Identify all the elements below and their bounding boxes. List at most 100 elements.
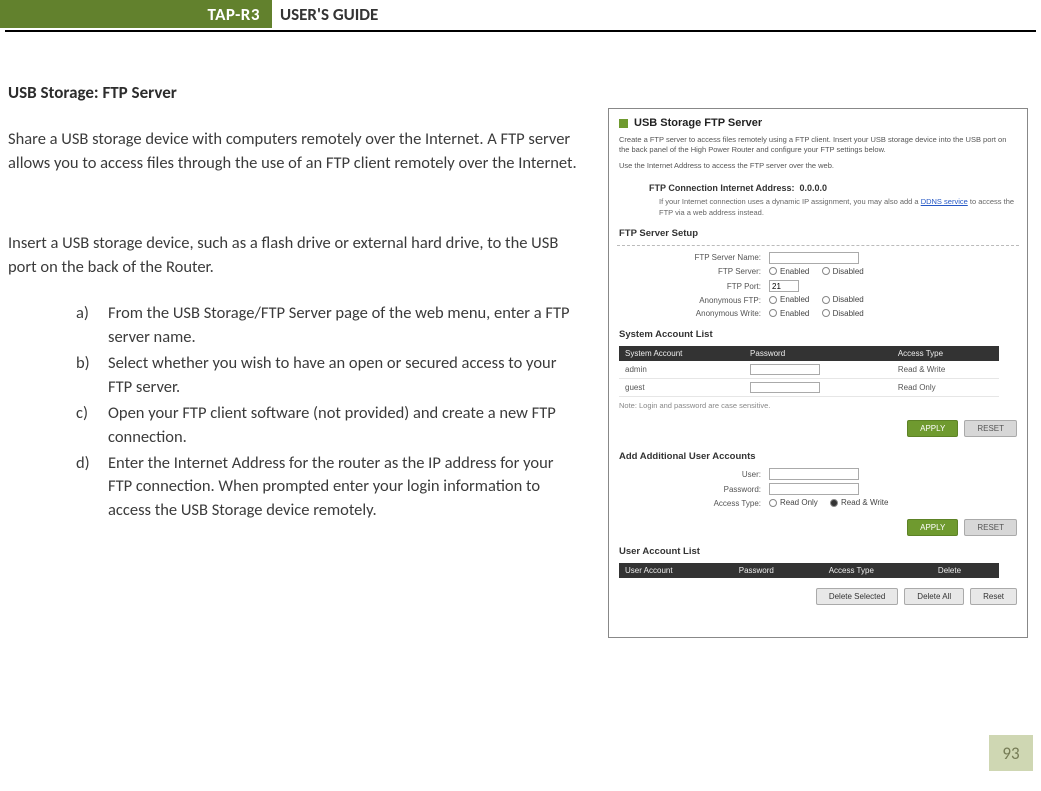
step-text: Enter the Internet Address for the route…: [108, 452, 576, 524]
apply-reset-row-2: APPLY RESET: [619, 519, 1017, 536]
radio-read-write-label: Read & Write: [841, 498, 888, 507]
step-d: d) Enter the Internet Address for the ro…: [76, 452, 576, 524]
ddns-link[interactable]: DDNS service: [921, 197, 968, 206]
row-anon-write: Anonymous Write: Enabled Disabled: [619, 309, 1017, 320]
user-account-table: User Account Password Access Type Delete: [619, 563, 999, 578]
page-number: 93: [989, 735, 1033, 771]
radio-disabled-label: Disabled: [833, 267, 864, 276]
radio-anon-enabled-label: Enabled: [780, 295, 809, 304]
header-rule: [5, 30, 1036, 32]
radio-anonw-disabled[interactable]: Disabled: [822, 309, 864, 318]
row-server-name: FTP Server Name:: [619, 252, 1017, 264]
step-c: c) Open your FTP client software (not pr…: [76, 402, 576, 450]
col-password: Password: [733, 563, 823, 578]
add-user-heading: Add Additional User Accounts: [619, 451, 1017, 462]
ddns-note-a: If your Internet connection uses a dynam…: [659, 197, 921, 206]
intro-paragraph-1: Share a USB storage device with computer…: [8, 128, 578, 176]
radio-read-write[interactable]: Read & Write: [830, 498, 888, 507]
col-delete: Delete: [932, 563, 999, 578]
radio-disabled[interactable]: Disabled: [822, 267, 864, 276]
case-sensitive-note: Note: Login and password are case sensit…: [619, 401, 1017, 410]
col-access-type: Access Type: [823, 563, 932, 578]
admin-pw-input[interactable]: [750, 364, 820, 375]
apply-button-2[interactable]: APPLY: [907, 519, 958, 536]
steps-list: a) From the USB Storage/FTP Server page …: [76, 302, 576, 525]
panel-title: USB Storage FTP Server: [619, 117, 1017, 129]
row-port: FTP Port:: [619, 280, 1017, 292]
step-b: b) Select whether you wish to have an op…: [76, 352, 576, 400]
radio-anonw-enabled[interactable]: Enabled: [769, 309, 809, 318]
panel-desc-1: Create a FTP server to access files remo…: [619, 135, 1017, 155]
add-user-label: User:: [619, 470, 769, 479]
brand-square-icon: [619, 119, 628, 128]
reset-list-button[interactable]: Reset: [970, 588, 1017, 605]
row-add-access: Access Type: Read Only Read & Write: [619, 498, 1017, 509]
col-user-account: User Account: [619, 563, 733, 578]
anon-write-label: Anonymous Write:: [619, 309, 769, 318]
add-access-label: Access Type:: [619, 499, 769, 508]
conn-address-line: FTP Connection Internet Address: 0.0.0.0: [619, 183, 1017, 193]
cell-account: admin: [619, 361, 744, 379]
intro-paragraph-2: Insert a USB storage device, such as a f…: [8, 232, 578, 280]
conn-address-label: FTP Connection Internet Address:: [649, 183, 795, 193]
add-pw-input[interactable]: [769, 483, 859, 495]
col-access-type: Access Type: [892, 346, 999, 361]
step-label: a): [76, 302, 108, 350]
divider: [617, 245, 1019, 246]
table-row: guest Read Only: [619, 379, 999, 397]
router-ui-screenshot: USB Storage FTP Server Create a FTP serv…: [608, 108, 1028, 638]
radio-read-only-label: Read Only: [780, 498, 818, 507]
doc-title: USER'S GUIDE: [280, 0, 1036, 28]
add-user-input[interactable]: [769, 468, 859, 480]
doc-brand-tab: TAP-R3: [0, 0, 272, 28]
reset-button[interactable]: RESET: [964, 420, 1017, 437]
row-server-state: FTP Server: Enabled Disabled: [619, 267, 1017, 278]
radio-anon-disabled-label: Disabled: [833, 295, 864, 304]
row-anon-ftp: Anonymous FTP: Enabled Disabled: [619, 295, 1017, 306]
col-system-account: System Account: [619, 346, 744, 361]
table-row: admin Read & Write: [619, 361, 999, 379]
add-pw-label: Password:: [619, 485, 769, 494]
radio-anonw-enabled-label: Enabled: [780, 309, 809, 318]
footer-button-row: Delete Selected Delete All Reset: [619, 588, 1017, 605]
server-name-label: FTP Server Name:: [619, 253, 769, 262]
ddns-note: If your Internet connection uses a dynam…: [619, 197, 1017, 217]
radio-anonw-disabled-label: Disabled: [833, 309, 864, 318]
radio-enabled[interactable]: Enabled: [769, 267, 809, 276]
radio-anon-disabled[interactable]: Disabled: [822, 295, 864, 304]
radio-anon-enabled[interactable]: Enabled: [769, 295, 809, 304]
col-password: Password: [744, 346, 892, 361]
cell-account: guest: [619, 379, 744, 397]
apply-button[interactable]: APPLY: [907, 420, 958, 437]
section-heading: USB Storage: FTP Server: [8, 82, 177, 103]
delete-selected-button[interactable]: Delete Selected: [816, 588, 898, 605]
cell-access: Read Only: [892, 379, 999, 397]
anon-ftp-label: Anonymous FTP:: [619, 296, 769, 305]
system-account-table: System Account Password Access Type admi…: [619, 346, 999, 397]
reset-button-2[interactable]: RESET: [964, 519, 1017, 536]
row-add-pw: Password:: [619, 483, 1017, 495]
step-text: Open your FTP client software (not provi…: [108, 402, 576, 450]
cell-access: Read & Write: [892, 361, 999, 379]
ftp-setup-heading: FTP Server Setup: [619, 228, 1017, 239]
guest-pw-input[interactable]: [750, 382, 820, 393]
server-name-input[interactable]: [769, 252, 859, 264]
step-label: c): [76, 402, 108, 450]
port-input[interactable]: [769, 280, 799, 292]
user-acct-list-heading: User Account List: [619, 546, 1017, 557]
port-label: FTP Port:: [619, 282, 769, 291]
step-text: Select whether you wish to have an open …: [108, 352, 576, 400]
server-state-label: FTP Server:: [619, 267, 769, 276]
step-label: b): [76, 352, 108, 400]
sys-acct-heading: System Account List: [619, 329, 1017, 340]
row-add-user: User:: [619, 468, 1017, 480]
conn-address-value: 0.0.0.0: [800, 183, 828, 193]
step-text: From the USB Storage/FTP Server page of …: [108, 302, 576, 350]
step-label: d): [76, 452, 108, 524]
step-a: a) From the USB Storage/FTP Server page …: [76, 302, 576, 350]
radio-enabled-label: Enabled: [780, 267, 809, 276]
apply-reset-row: APPLY RESET: [619, 420, 1017, 437]
panel-title-text: USB Storage FTP Server: [634, 117, 762, 129]
radio-read-only[interactable]: Read Only: [769, 498, 818, 507]
delete-all-button[interactable]: Delete All: [904, 588, 964, 605]
